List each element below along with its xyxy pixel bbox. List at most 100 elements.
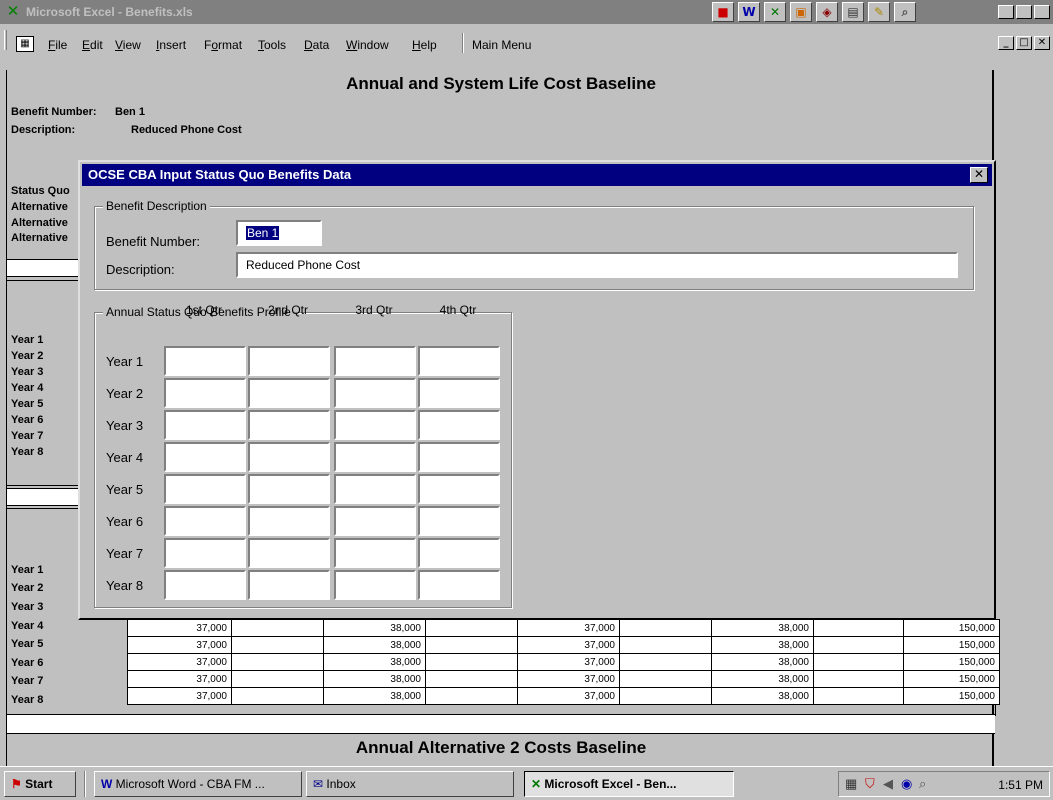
binder-icon[interactable]: ▤ — [842, 2, 864, 22]
table-cell[interactable]: 38,000 — [323, 619, 426, 637]
table-cell[interactable]: 38,000 — [711, 619, 814, 637]
tools-icon[interactable]: ✎ — [868, 2, 890, 22]
quarter-input-cell[interactable] — [248, 410, 330, 440]
tray-find-icon[interactable]: ⌕ — [919, 776, 926, 792]
table-cell[interactable] — [231, 653, 324, 671]
quarter-input-cell[interactable] — [164, 378, 246, 408]
menu-data[interactable]: Data — [304, 38, 329, 52]
table-cell[interactable] — [813, 636, 904, 654]
quarter-input-cell[interactable] — [418, 570, 500, 600]
table-cell[interactable] — [619, 653, 712, 671]
table-cell[interactable]: 37,000 — [517, 619, 620, 637]
table-cell[interactable] — [231, 636, 324, 654]
table-cell-total[interactable]: 150,000 — [903, 636, 1000, 654]
table-cell-total[interactable]: 150,000 — [903, 687, 1000, 705]
quarter-input-cell[interactable] — [334, 442, 416, 472]
table-cell[interactable]: 38,000 — [323, 653, 426, 671]
menu-main-menu[interactable]: Main Menu — [472, 38, 531, 52]
workbook-minimize-button[interactable]: _ — [998, 36, 1014, 50]
table-cell[interactable] — [619, 636, 712, 654]
quarter-input-cell[interactable] — [248, 442, 330, 472]
quarter-input-cell[interactable] — [164, 346, 246, 376]
task-excel[interactable]: ✕ Microsoft Excel - Ben... — [524, 771, 734, 797]
table-cell[interactable]: 38,000 — [323, 687, 426, 705]
excel-icon[interactable]: ✕ — [764, 2, 786, 22]
table-cell[interactable]: 38,000 — [711, 687, 814, 705]
quarter-input-cell[interactable] — [418, 346, 500, 376]
table-cell[interactable]: 37,000 — [517, 670, 620, 688]
dialog-close-button[interactable]: ✕ — [970, 167, 988, 183]
table-cell[interactable] — [813, 619, 904, 637]
table-cell[interactable] — [425, 653, 518, 671]
access-icon[interactable]: ◈ — [816, 2, 838, 22]
table-cell[interactable] — [425, 619, 518, 637]
tray-antivirus-icon[interactable]: ⛉ — [865, 776, 875, 792]
table-cell[interactable] — [619, 687, 712, 705]
table-cell[interactable]: 38,000 — [711, 653, 814, 671]
quarter-input-cell[interactable] — [418, 538, 500, 568]
quarter-input-cell[interactable] — [334, 506, 416, 536]
table-cell-total[interactable]: 150,000 — [903, 670, 1000, 688]
document-icon[interactable]: ▦ — [16, 36, 34, 52]
task-word[interactable]: W Microsoft Word - CBA FM ... — [94, 771, 302, 797]
table-cell[interactable]: 37,000 — [127, 636, 232, 654]
close-button[interactable]: ✕ — [1034, 5, 1050, 19]
table-cell[interactable]: 37,000 — [127, 687, 232, 705]
find-icon[interactable]: ⌕ — [894, 2, 916, 22]
table-cell[interactable]: 37,000 — [127, 670, 232, 688]
quarter-input-cell[interactable] — [334, 378, 416, 408]
quarter-input-cell[interactable] — [334, 570, 416, 600]
quarter-input-cell[interactable] — [164, 506, 246, 536]
tray-network-icon[interactable]: ▦ — [845, 776, 857, 792]
table-cell-total[interactable]: 150,000 — [903, 619, 1000, 637]
quarter-input-cell[interactable] — [334, 410, 416, 440]
table-cell[interactable]: 37,000 — [127, 653, 232, 671]
quarter-input-cell[interactable] — [418, 410, 500, 440]
table-cell[interactable] — [813, 670, 904, 688]
description-input[interactable]: Reduced Phone Cost — [236, 252, 958, 278]
minimize-button[interactable]: _ — [998, 5, 1014, 19]
menu-help[interactable]: Help — [412, 38, 437, 52]
volume-icon[interactable]: ◀ — [883, 776, 893, 792]
menu-window[interactable]: Window — [346, 38, 389, 52]
maximize-button[interactable]: □ — [1016, 5, 1032, 19]
quarter-input-cell[interactable] — [164, 410, 246, 440]
quarter-input-cell[interactable] — [334, 346, 416, 376]
color-palette-icon[interactable]: ■ — [712, 2, 734, 22]
powerpoint-icon[interactable]: ▣ — [790, 2, 812, 22]
table-cell[interactable] — [425, 687, 518, 705]
quarter-input-cell[interactable] — [418, 474, 500, 504]
table-cell[interactable]: 38,000 — [711, 636, 814, 654]
table-cell[interactable] — [619, 670, 712, 688]
quarter-input-cell[interactable] — [164, 538, 246, 568]
menu-format[interactable]: Format — [204, 38, 242, 52]
quarter-input-cell[interactable] — [248, 474, 330, 504]
tray-messenger-icon[interactable]: ◉ — [901, 776, 912, 792]
clock[interactable]: 1:51 PM — [998, 778, 1043, 792]
table-cell[interactable] — [813, 653, 904, 671]
quarter-input-cell[interactable] — [334, 538, 416, 568]
workbook-close-button[interactable]: ✕ — [1034, 36, 1050, 50]
table-cell[interactable]: 37,000 — [517, 636, 620, 654]
quarter-input-cell[interactable] — [418, 506, 500, 536]
menu-tools[interactable]: Tools — [258, 38, 286, 52]
table-cell-total[interactable]: 150,000 — [903, 653, 1000, 671]
task-inbox[interactable]: ✉ Inbox — [306, 771, 514, 797]
quarter-input-cell[interactable] — [418, 378, 500, 408]
table-cell[interactable]: 38,000 — [323, 670, 426, 688]
quarter-input-cell[interactable] — [248, 570, 330, 600]
quarter-input-cell[interactable] — [164, 570, 246, 600]
table-cell[interactable]: 38,000 — [711, 670, 814, 688]
quarter-input-cell[interactable] — [418, 442, 500, 472]
menu-view[interactable]: View — [115, 38, 141, 52]
excel-app-icon[interactable]: ✕ — [4, 3, 22, 19]
table-cell[interactable] — [231, 670, 324, 688]
menu-file[interactable]: File — [48, 38, 67, 52]
table-cell[interactable]: 37,000 — [127, 619, 232, 637]
quarter-input-cell[interactable] — [248, 378, 330, 408]
menu-edit[interactable]: Edit — [82, 38, 103, 52]
menu-insert[interactable]: Insert — [156, 38, 186, 52]
quarter-input-cell[interactable] — [248, 506, 330, 536]
workbook-restore-button[interactable]: □ — [1016, 36, 1032, 50]
table-cell[interactable] — [619, 619, 712, 637]
